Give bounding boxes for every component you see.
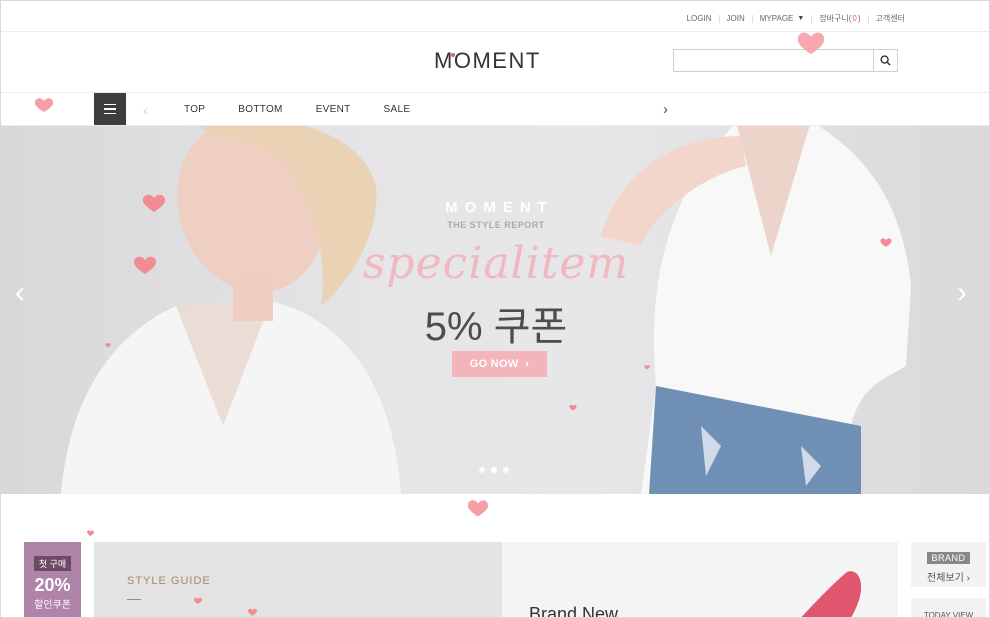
shoe-image: [801, 571, 862, 617]
login-link[interactable]: LOGIN: [687, 14, 712, 23]
hero-script-title: specialitem: [362, 238, 630, 289]
chevron-left-icon[interactable]: ‹: [143, 102, 148, 118]
coupon-line1: 첫 구매: [33, 556, 72, 571]
hero-subtitle: THE STYLE REPORT: [447, 220, 545, 230]
hamburger-icon-line: [104, 112, 116, 115]
title-underline: [127, 599, 141, 600]
hero-brand: MOMENT: [445, 199, 554, 216]
style-guide-title: STYLE GUIDE: [127, 575, 211, 587]
hero-coupon-text: 5% 쿠폰: [424, 305, 568, 349]
search-box: [673, 49, 898, 72]
heart-icon: [468, 500, 488, 517]
slider-prev-arrow-icon[interactable]: ‹: [15, 276, 25, 310]
heart-icon: [248, 608, 257, 616]
search-button[interactable]: [873, 50, 897, 71]
join-link[interactable]: JOIN: [712, 14, 745, 23]
site-logo[interactable]: MOMENT: [434, 48, 541, 74]
brand-tag: BRAND: [927, 552, 970, 564]
page-frame: LOGIN JOIN MYPAGE ▼ 장바구니(0) 고객센터 MOMENT ‹…: [0, 0, 990, 618]
style-guide-banner[interactable]: STYLE GUIDE: [94, 542, 502, 617]
nav-item-event[interactable]: EVENT: [316, 104, 351, 115]
brand-new-banner[interactable]: Brand New: [502, 542, 898, 618]
logo-heart-dot: [451, 53, 455, 57]
category-nav: ‹ TOP BOTTOM EVENT SALE ›: [1, 93, 989, 126]
slider-dot-active[interactable]: [491, 467, 497, 473]
mypage-dropdown[interactable]: MYPAGE ▼: [745, 14, 805, 23]
cart-link[interactable]: 장바구니(0): [804, 13, 860, 24]
support-link[interactable]: 고객센터: [861, 13, 905, 24]
today-view[interactable]: TODAY VIEW: [911, 598, 986, 617]
go-now-button[interactable]: GO NOW ›: [452, 351, 547, 377]
slider-next-arrow-icon[interactable]: ›: [957, 276, 967, 310]
brand-view-all-label[interactable]: 전체보기: [927, 573, 964, 584]
slider-dots: [479, 467, 509, 473]
login-label[interactable]: LOGIN: [687, 14, 712, 23]
menu-button[interactable]: [94, 93, 126, 125]
slider-dot[interactable]: [503, 467, 509, 473]
heart-icon: [35, 98, 53, 112]
mypage-label[interactable]: MYPAGE: [760, 14, 794, 23]
brand-new-title: Brand New: [529, 604, 619, 618]
coupon-percent: 20%: [34, 575, 71, 595]
hero-banner[interactable]: MOMENT THE STYLE REPORT specialitem 5% 쿠…: [1, 126, 989, 494]
go-now-label[interactable]: GO NOW: [470, 358, 519, 370]
cart-count[interactable]: 0: [852, 14, 856, 23]
heart-icon: [194, 597, 202, 604]
slider-dot[interactable]: [479, 467, 485, 473]
brand-shortcut[interactable]: BRAND 전체보기 ›: [911, 542, 986, 587]
first-purchase-coupon[interactable]: 첫 구매 20% 할인쿠폰: [24, 542, 81, 617]
caret-down-icon[interactable]: ▼: [797, 15, 804, 22]
hamburger-icon-line: [104, 108, 116, 110]
heart-icon: [87, 530, 94, 536]
nav-item-sale[interactable]: SALE: [384, 104, 411, 115]
nav-item-bottom[interactable]: BOTTOM: [238, 104, 282, 115]
hamburger-icon-line: [104, 103, 116, 106]
search-icon[interactable]: [880, 55, 891, 66]
join-label[interactable]: JOIN: [727, 14, 745, 23]
heart-icon: [798, 32, 824, 54]
nav-item-top[interactable]: TOP: [184, 104, 205, 115]
support-label[interactable]: 고객센터: [876, 13, 905, 24]
chevron-right-icon[interactable]: ›: [663, 101, 668, 118]
utility-bar: LOGIN JOIN MYPAGE ▼ 장바구니(0) 고객센터: [1, 1, 989, 32]
coupon-line3: 할인쿠폰: [34, 600, 71, 611]
site-header: MOMENT: [1, 32, 989, 93]
brand-view-all[interactable]: 전체보기 ›: [911, 569, 986, 584]
search-input[interactable]: [674, 50, 873, 71]
cart-label[interactable]: 장바구니(: [819, 13, 851, 24]
